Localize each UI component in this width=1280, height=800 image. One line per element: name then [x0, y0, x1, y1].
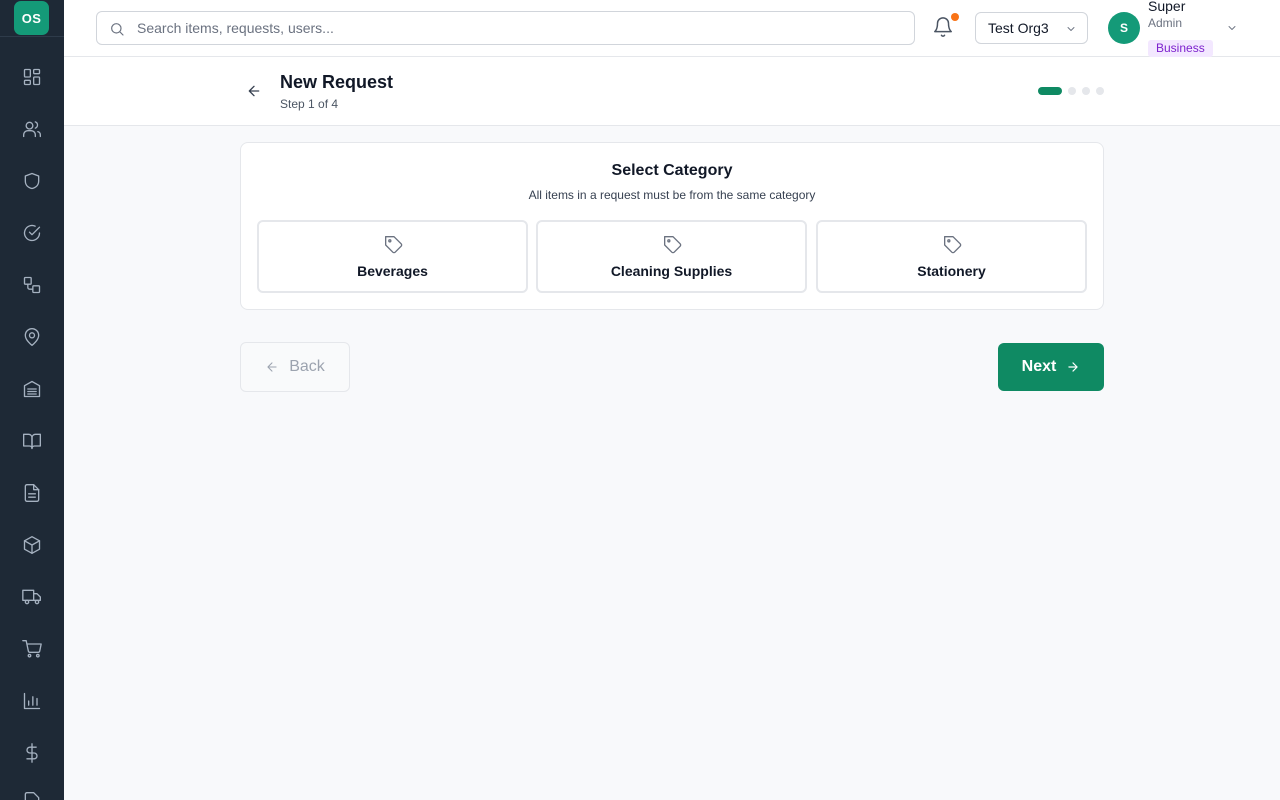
step-dot-2: [1068, 87, 1076, 95]
next-button[interactable]: Next: [998, 343, 1104, 391]
shield-icon: [24, 172, 40, 190]
bar-chart-icon: [23, 692, 41, 710]
tag-icon: [664, 236, 682, 254]
users-icon: [23, 121, 41, 138]
step-indicator-text: Step 1 of 4: [280, 97, 339, 111]
bell-icon: [934, 17, 952, 37]
tag-icon: [944, 236, 962, 254]
arrow-left-icon: [248, 85, 260, 97]
step-dot-1: [1038, 87, 1062, 95]
back-button-label: Back: [289, 358, 325, 375]
card-subtitle: All items in a request must be from the …: [528, 188, 816, 202]
search-input[interactable]: [97, 12, 914, 44]
category-label: Cleaning Supplies: [610, 263, 733, 279]
category-label: Stationery: [917, 263, 986, 279]
user-name: Super: [1148, 0, 1186, 14]
search-icon: [111, 23, 124, 36]
dashboard-icon: [23, 68, 41, 86]
page-header: New Request Step 1 of 4: [64, 57, 1280, 126]
sidebar-item-approvals[interactable]: [17, 218, 47, 248]
card-title: Select Category: [611, 162, 733, 179]
user-role: Admin: [1148, 16, 1183, 30]
sidebar-item-documents[interactable]: [17, 478, 47, 508]
global-search: [96, 11, 915, 45]
sidebar-item-workflows[interactable]: [17, 270, 47, 300]
workflow-icon: [23, 276, 41, 294]
plan-badge: Business: [1148, 40, 1213, 57]
sidebar-divider: [0, 36, 64, 37]
sidebar-item-items[interactable]: [17, 530, 47, 560]
dollar-icon: [26, 743, 38, 763]
top-header: Test Org3 S Super Admin Business: [64, 0, 1280, 57]
sidebar-item-more[interactable]: [17, 786, 47, 800]
notification-indicator: [951, 13, 959, 21]
sidebar-item-warehouse[interactable]: [17, 374, 47, 404]
category-card: Select Category All items in a request m…: [240, 142, 1104, 310]
document-icon: [24, 484, 40, 502]
sidebar-item-catalog[interactable]: [17, 426, 47, 456]
check-circle-icon: [23, 224, 41, 242]
sidebar-item-orders[interactable]: [17, 634, 47, 664]
arrow-left-icon: [267, 362, 277, 372]
sidebar-item-security[interactable]: [17, 166, 47, 196]
sidebar-item-reports[interactable]: [17, 686, 47, 716]
category-option-stationery[interactable]: Stationery: [816, 220, 1087, 293]
arrow-right-icon: [1068, 362, 1079, 372]
category-label: Beverages: [357, 263, 428, 279]
app-logo[interactable]: OS: [14, 1, 49, 35]
map-pin-icon: [24, 328, 40, 346]
step-dot-4: [1096, 87, 1104, 95]
sidebar-item-locations[interactable]: [17, 322, 47, 352]
chevron-down-icon: [1228, 26, 1236, 30]
package-icon: [23, 536, 41, 554]
cart-icon: [22, 640, 42, 658]
warehouse-icon: [23, 380, 41, 398]
avatar[interactable]: S: [1108, 12, 1140, 44]
user-menu-toggle[interactable]: [1226, 21, 1238, 33]
category-option-cleaning-supplies[interactable]: Cleaning Supplies: [536, 220, 807, 293]
back-button[interactable]: Back: [240, 342, 350, 392]
back-arrow-button[interactable]: [246, 83, 262, 99]
tag-icon: [385, 236, 403, 254]
step-dot-3: [1082, 87, 1090, 95]
book-icon: [23, 433, 41, 450]
file-icon: [24, 792, 40, 800]
sidebar-item-users[interactable]: [17, 114, 47, 144]
notifications-button[interactable]: [932, 16, 954, 38]
truck-icon: [22, 589, 41, 605]
step-progress: [1038, 87, 1104, 95]
org-select[interactable]: Test Org3: [975, 12, 1088, 44]
sidebar-item-deliveries[interactable]: [17, 582, 47, 612]
org-select-value: Test Org3: [988, 20, 1049, 36]
chevron-down-icon: [1067, 27, 1075, 31]
page-title: New Request: [280, 72, 394, 92]
next-button-label: Next: [1021, 358, 1057, 375]
sidebar: OS: [0, 0, 64, 800]
category-option-beverages[interactable]: Beverages: [257, 220, 528, 293]
sidebar-item-finance[interactable]: [17, 738, 47, 768]
sidebar-item-dashboard[interactable]: [17, 62, 47, 92]
